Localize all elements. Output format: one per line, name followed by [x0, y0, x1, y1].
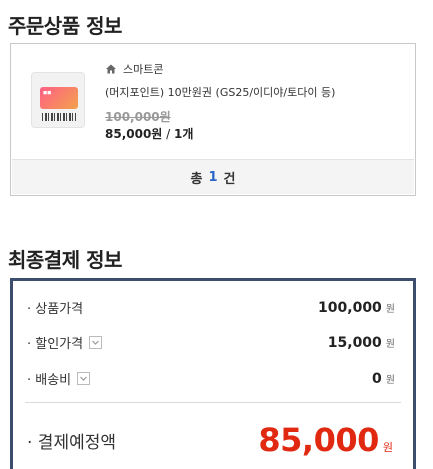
card-logo: ◼◼ [43, 90, 52, 96]
original-price: 100,000원 [105, 110, 171, 124]
final-amount-value: 85,000 [258, 421, 379, 459]
shipping-unit: 원 [385, 374, 395, 386]
chevron-down-icon[interactable] [77, 372, 91, 385]
barcode-graphic [42, 113, 76, 121]
brand-row: 스마트콘 [105, 61, 163, 77]
brand-name[interactable]: 스마트콘 [123, 61, 163, 77]
card-image: ◼◼ [40, 87, 78, 109]
product-price-value: 100,000 [318, 299, 382, 316]
discount-value: 15,000 [327, 334, 382, 351]
discount-label-group: · 할인가격 [27, 333, 103, 352]
order-item-box: ◼◼ 스마트콘 (머지포인트) 10만원권 (GS25/이디야/토다이 등) 1… [10, 43, 416, 196]
home-icon [106, 64, 116, 74]
final-amount-label: · 결제예정액 [27, 432, 117, 453]
payment-section-title: 최종결제 정보 [8, 248, 122, 272]
order-section-title: 주문상품 정보 [8, 14, 122, 38]
divider [25, 402, 401, 403]
gift-card-icon[interactable]: ◼◼ [31, 72, 85, 128]
discount-row: · 할인가격 15,000 원 [27, 333, 395, 353]
shipping-value: 0 [372, 370, 382, 387]
chevron-down-icon[interactable] [89, 336, 103, 349]
final-amount-row: · 결제예정액 85,000 원 [27, 421, 393, 459]
product-price-value-group: 100,000 원 [318, 300, 395, 316]
sale-price: 85,000원 [105, 127, 163, 141]
discount-label: · 할인가격 [27, 337, 84, 352]
product-name[interactable]: (머지포인트) 10만원권 (GS25/이디야/토다이 등) [105, 84, 335, 100]
total-prefix: 총 [190, 171, 203, 187]
product-price-row: · 상품가격 100,000 원 [27, 298, 395, 318]
quantity: 1개 [174, 127, 194, 141]
discount-value-group: 15,000 원 [328, 335, 395, 351]
price-row: 85,000원 / 1개 [105, 125, 193, 142]
payment-summary-box: · 상품가격 100,000 원 · 할인가격 15,000 원 · 배송비 0… [10, 278, 416, 469]
discount-unit: 원 [385, 338, 395, 350]
total-count: 1 [208, 169, 218, 185]
order-total-bar: 총 1 건 [12, 159, 414, 194]
total-suffix: 건 [223, 171, 236, 187]
final-amount-unit: 원 [382, 441, 393, 454]
price-separator: / [162, 127, 175, 141]
shipping-value-group: 0 원 [372, 371, 395, 387]
product-price-label: · 상품가격 [27, 302, 84, 317]
shipping-label-group: · 배송비 [27, 369, 91, 388]
final-amount-value-group: 85,000 원 [258, 421, 393, 459]
product-price-unit: 원 [385, 303, 395, 315]
shipping-label: · 배송비 [27, 373, 72, 388]
shipping-row: · 배송비 0 원 [27, 369, 395, 389]
